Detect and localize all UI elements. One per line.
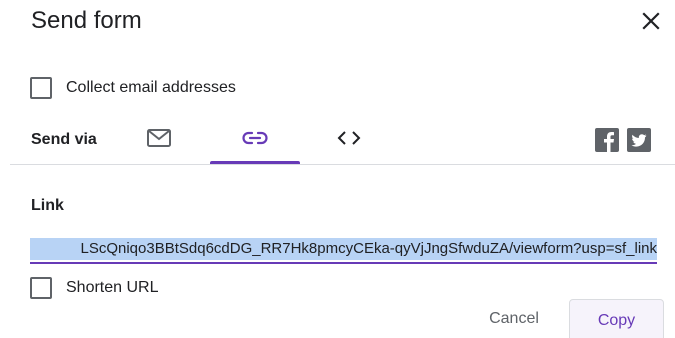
shorten-url-option[interactable]: Shorten URL — [30, 277, 159, 299]
twitter-icon — [631, 134, 647, 147]
tab-email[interactable] — [130, 122, 188, 164]
share-twitter-button[interactable] — [627, 128, 651, 152]
send-form-dialog: Send form Collect email addresses Send v… — [0, 0, 675, 338]
shorten-url-checkbox[interactable] — [30, 277, 52, 299]
send-via-label: Send via — [31, 131, 97, 148]
form-link-value: LScQniqo3BBtSdq6cdDG_RR7Hk8pmcyCEka-qyVj… — [30, 238, 657, 260]
collect-email-label: Collect email addresses — [66, 79, 236, 96]
cancel-button[interactable]: Cancel — [474, 300, 554, 338]
share-facebook-button[interactable] — [595, 128, 619, 152]
code-icon — [337, 131, 361, 145]
link-section-label: Link — [31, 197, 64, 214]
collect-email-checkbox[interactable] — [30, 77, 52, 99]
facebook-icon — [604, 132, 614, 152]
form-link-field[interactable]: LScQniqo3BBtSdq6cdDG_RR7Hk8pmcyCEka-qyVj… — [30, 238, 657, 264]
link-icon — [242, 131, 268, 145]
shorten-url-label: Shorten URL — [66, 279, 159, 296]
tabs-divider — [10, 164, 675, 165]
dialog-title: Send form — [31, 7, 142, 34]
copy-button[interactable]: Copy — [569, 299, 664, 338]
tab-link[interactable] — [210, 122, 300, 164]
close-icon — [642, 12, 660, 30]
close-button[interactable] — [636, 6, 666, 36]
tab-embed-html[interactable] — [318, 122, 380, 164]
collect-email-option[interactable]: Collect email addresses — [30, 77, 236, 99]
email-icon — [147, 129, 171, 147]
